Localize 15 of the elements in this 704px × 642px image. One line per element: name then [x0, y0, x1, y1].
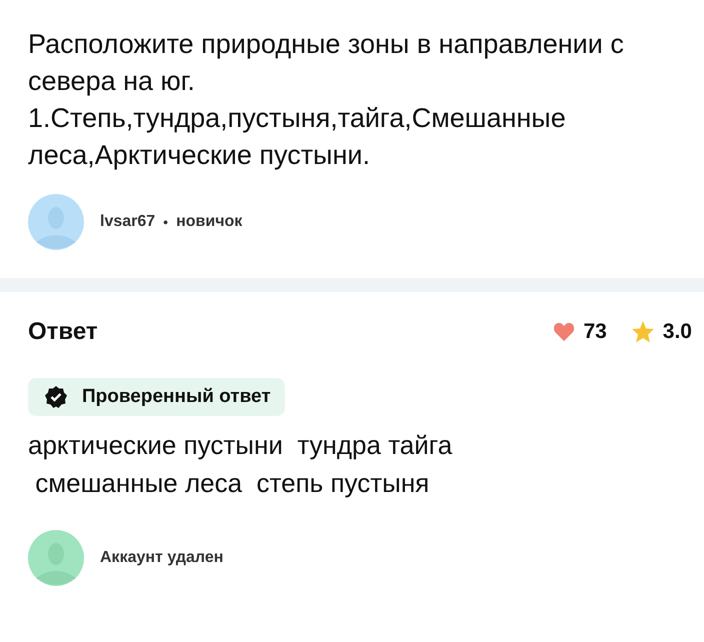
answer-text: арктические пустыни тундра тайга смешанные леса степь пустыня	[28, 429, 454, 500]
likes-count: 73	[583, 320, 607, 344]
badge-label: Проверенный ответ	[82, 386, 271, 408]
answer-heading: Ответ	[28, 318, 98, 346]
star-icon	[630, 320, 655, 344]
author-rank: новичок	[176, 213, 242, 231]
author-name[interactable]: lvsar67	[100, 213, 156, 231]
heart-icon	[553, 322, 576, 342]
separator-dot: •	[163, 214, 168, 230]
rating-value: 3.0	[662, 320, 692, 344]
author-name: Аккаунт удален	[100, 549, 224, 567]
question-text: Расположите природные зоны в направлении с севера на юг. 1.Степь,тундра,пустыня,тайга,Смешанные леса,Арктические пустыни.	[28, 28, 625, 172]
verified-icon	[44, 385, 68, 409]
avatar-icon	[28, 530, 84, 586]
avatar-icon	[28, 194, 84, 250]
